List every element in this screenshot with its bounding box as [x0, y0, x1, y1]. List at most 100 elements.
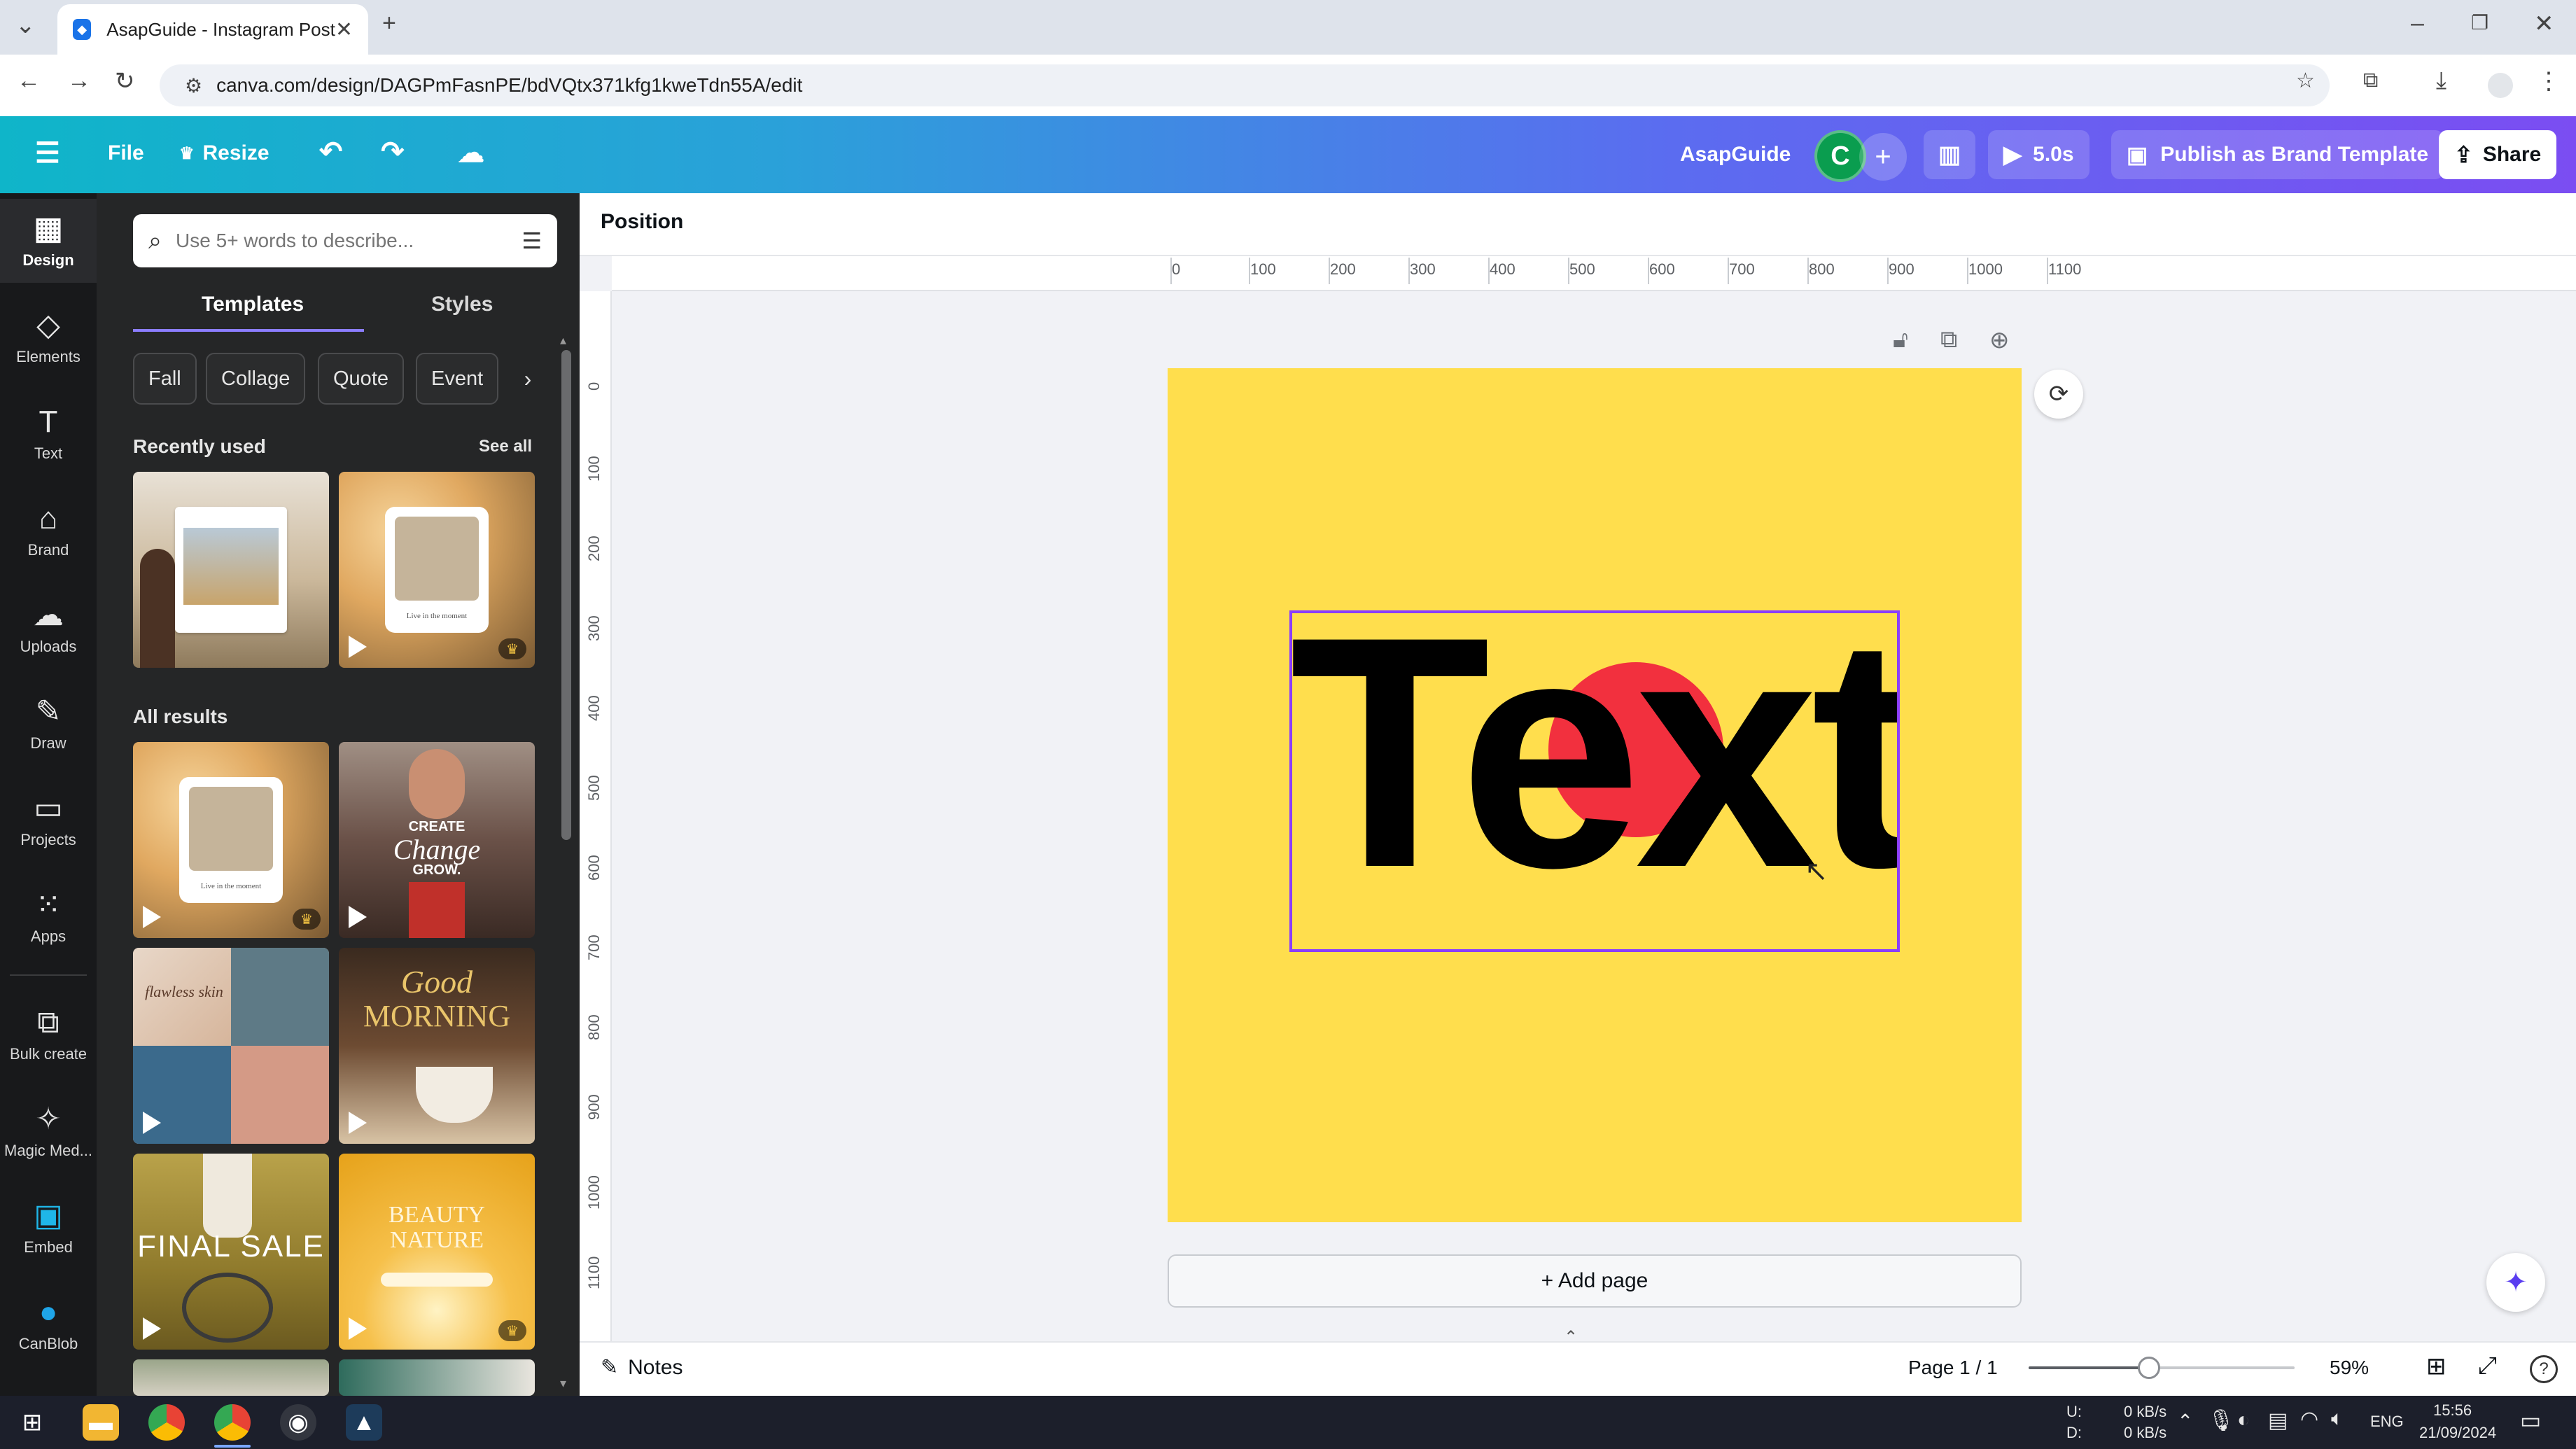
app-icon[interactable]: ▲ — [346, 1404, 382, 1441]
volume-icon[interactable]: 🔈︎ — [2331, 1407, 2344, 1431]
grid-view-icon[interactable]: ⊞ — [2426, 1352, 2446, 1380]
scroll-down-icon[interactable]: ▾ — [560, 1376, 566, 1391]
main-menu-icon[interactable]: ☰ — [35, 137, 60, 169]
bulk-create-icon: ⧉ — [37, 1005, 59, 1040]
template-thumb-create-change-grow[interactable]: CREATE Change GROW. — [339, 742, 535, 938]
extensions-icon[interactable]: ⧉ — [2363, 69, 2378, 92]
add-member-button[interactable]: + — [1859, 133, 1907, 181]
undo-icon[interactable]: ↶ — [319, 136, 343, 168]
tray-monitor-icon[interactable]: ▤ — [2268, 1408, 2288, 1433]
tab-list-chevron-icon[interactable]: ⌄ — [15, 11, 36, 39]
rail-item-apps[interactable]: ⁙ Apps — [0, 875, 97, 959]
rail-item-embed[interactable]: ▣ Embed — [0, 1186, 97, 1270]
site-info-icon[interactable]: ⚙ — [185, 74, 202, 97]
rail-item-magic-media[interactable]: ✧ Magic Med... — [0, 1089, 97, 1173]
rail-item-elements[interactable]: ◇ Elements — [0, 295, 97, 379]
template-thumb-recent-1[interactable] — [133, 472, 329, 668]
resize-button[interactable]: ♛ Resize — [179, 141, 270, 165]
new-tab-icon[interactable]: + — [382, 10, 396, 37]
avatar[interactable]: C — [1814, 130, 1866, 182]
wifi-icon[interactable]: ◠ — [2300, 1407, 2318, 1432]
selection-box[interactable] — [1289, 610, 1900, 952]
lock-page-icon[interactable]: 🔓︎ — [1893, 326, 1908, 354]
template-thumb-partial-1[interactable] — [133, 1359, 329, 1396]
template-thumb-partial-2[interactable] — [339, 1359, 535, 1396]
language-indicator[interactable]: ENG — [2370, 1413, 2404, 1431]
forward-icon[interactable]: → — [67, 67, 91, 94]
rail-item-brand[interactable]: ⌂ Brand — [0, 489, 97, 573]
template-thumb-flawless-skin[interactable]: flawless skin — [133, 948, 329, 1144]
chips-next-icon[interactable]: › — [514, 357, 542, 400]
chip-quote[interactable]: Quote — [318, 353, 404, 405]
clock-time[interactable]: 15:56 — [2433, 1401, 2472, 1420]
tab-styles[interactable]: Styles — [431, 293, 493, 316]
tray-overflow-icon[interactable]: ⌃ — [2177, 1410, 2193, 1433]
duplicate-page-icon[interactable]: ⧉ — [1940, 326, 1957, 354]
share-button[interactable]: ⇪ Share — [2439, 130, 2557, 179]
tab-close-icon[interactable]: ✕ — [335, 18, 353, 42]
zoom-slider-knob[interactable] — [2138, 1357, 2160, 1379]
file-explorer-icon[interactable]: ▬ — [83, 1404, 119, 1441]
panel-scrollbar-thumb[interactable] — [561, 350, 571, 840]
page-indicator[interactable]: Page 1 / 1 — [1908, 1357, 1998, 1379]
template-thumb-live-moment[interactable]: Live in the moment ♛ — [133, 742, 329, 938]
cloud-save-icon[interactable]: ☁ — [458, 137, 484, 169]
minimize-icon[interactable]: – — [2411, 10, 2424, 37]
reload-icon[interactable]: ↻ — [115, 67, 135, 95]
present-button[interactable]: ▶ 5.0s — [1988, 130, 2090, 179]
rail-item-design[interactable]: ▦ Design — [0, 199, 97, 283]
publish-brand-template-button[interactable]: ▣ Publish as Brand Template — [2111, 130, 2444, 179]
window-close-icon[interactable]: ✕ — [2534, 10, 2554, 38]
redo-icon[interactable]: ↷ — [381, 136, 405, 168]
insights-button[interactable]: ▥ — [1924, 130, 1975, 179]
add-page-button[interactable]: + Add page — [1168, 1254, 2022, 1308]
zoom-level-label[interactable]: 59% — [2330, 1357, 2369, 1379]
thumb-caption: Live in the moment — [406, 612, 468, 620]
notes-button[interactable]: ✎ Notes — [601, 1355, 683, 1380]
refresh-suggestion-button[interactable]: ⟳ — [2034, 370, 2083, 419]
rail-item-draw[interactable]: ✎ Draw — [0, 682, 97, 766]
rail-item-projects[interactable]: ▭ Projects — [0, 778, 97, 862]
downloads-icon[interactable]: ⤓ — [2436, 67, 2446, 94]
bookmark-star-icon[interactable]: ☆ — [2296, 69, 2315, 93]
chip-event[interactable]: Event — [416, 353, 499, 405]
tray-app-icon[interactable]: ◐ — [2237, 1408, 2250, 1432]
template-thumb-recent-2[interactable]: Live in the moment ♛ — [339, 472, 535, 668]
template-thumb-good-morning[interactable]: Good MORNING — [339, 948, 535, 1144]
restore-icon[interactable]: ❐ — [2471, 11, 2488, 34]
back-icon[interactable]: ← — [17, 67, 41, 94]
team-name[interactable]: AsapGuide — [1680, 143, 1791, 167]
template-thumb-beauty-nature[interactable]: BEAUTY NATURE ♛ — [339, 1154, 535, 1350]
url-field[interactable]: ⚙ canva.com/design/DAGPmFasnPE/bdVQtx371… — [160, 64, 2330, 106]
see-all-link[interactable]: See all — [479, 437, 532, 456]
microphone-icon[interactable]: 🎙︎ — [2208, 1408, 2234, 1433]
chrome-icon[interactable] — [148, 1404, 185, 1441]
chip-collage[interactable]: Collage — [206, 353, 306, 405]
rail-item-canblob[interactable]: ● CanBlob — [0, 1282, 97, 1366]
browser-tab[interactable]: ◆ AsapGuide - Instagram Post ✕ — [57, 4, 368, 55]
fullscreen-icon[interactable]: ⤢ — [2478, 1352, 2497, 1380]
ruler-tick: 0 — [1170, 258, 1181, 284]
rail-item-text[interactable]: T Text — [0, 392, 97, 476]
windows-start-icon[interactable]: ⊞ — [14, 1404, 50, 1441]
rail-item-bulk-create[interactable]: ⧉ Bulk create — [0, 993, 97, 1077]
template-search[interactable]: ⌕ ☰ — [133, 214, 557, 267]
add-page-top-icon[interactable]: ⊕ — [1989, 326, 2010, 354]
file-menu-button[interactable]: File — [108, 141, 144, 165]
notifications-icon[interactable]: ▭ — [2520, 1407, 2541, 1434]
clock-date[interactable]: 21/09/2024 — [2419, 1424, 2496, 1442]
profile-icon[interactable] — [2488, 73, 2513, 98]
tab-templates[interactable]: Templates — [202, 293, 304, 316]
filter-icon[interactable]: ☰ — [522, 227, 542, 254]
search-input[interactable] — [176, 230, 522, 252]
chip-fall[interactable]: Fall — [133, 353, 197, 405]
template-thumb-final-sale[interactable]: FINAL SALE — [133, 1154, 329, 1350]
rail-item-uploads[interactable]: ☁ Uploads — [0, 585, 97, 669]
browser-menu-icon[interactable]: ⋮ — [2537, 67, 2561, 95]
chrome-active-icon[interactable] — [214, 1404, 251, 1441]
scroll-up-icon[interactable]: ▴ — [560, 333, 566, 348]
position-button[interactable]: Position — [601, 210, 683, 234]
help-icon[interactable]: ? — [2530, 1355, 2558, 1383]
obs-icon[interactable]: ◉ — [280, 1404, 316, 1441]
magic-assistant-button[interactable]: ✦ — [2486, 1253, 2545, 1312]
